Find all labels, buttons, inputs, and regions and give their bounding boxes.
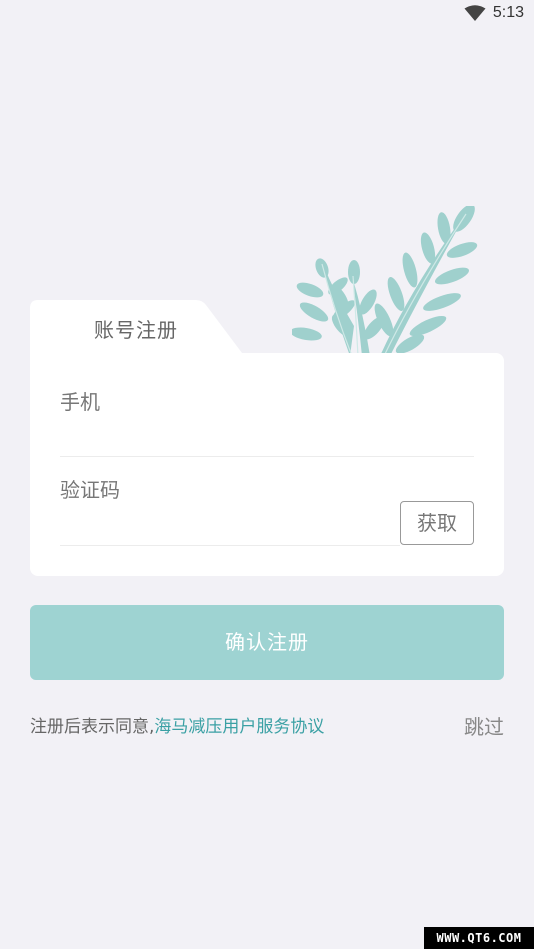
skip-link[interactable]: 跳过: [464, 711, 504, 740]
phone-input[interactable]: [60, 419, 474, 447]
register-form-card: 手机 验证码 获取: [30, 353, 504, 576]
divider: [60, 456, 474, 457]
leaf-illustration: [292, 206, 478, 357]
watermark: WWW.QT6.COM: [424, 927, 534, 949]
confirm-register-button[interactable]: 确认注册: [30, 605, 504, 680]
wifi-icon: [464, 5, 486, 21]
service-agreement-link[interactable]: 海马减压用户服务协议: [154, 717, 324, 737]
status-bar: 5:13: [0, 0, 534, 30]
phone-label: 手机: [60, 390, 100, 414]
agreement-text: 注册后表示同意,海马减压用户服务协议: [30, 712, 324, 737]
agreement-prefix: 注册后表示同意,: [30, 717, 155, 737]
get-code-button[interactable]: 获取: [400, 501, 474, 545]
register-tab-title: 账号注册: [94, 318, 178, 342]
status-time: 5:13: [492, 4, 524, 21]
verification-code-input[interactable]: [60, 513, 390, 541]
verification-code-label: 验证码: [60, 478, 120, 502]
divider: [60, 545, 400, 546]
